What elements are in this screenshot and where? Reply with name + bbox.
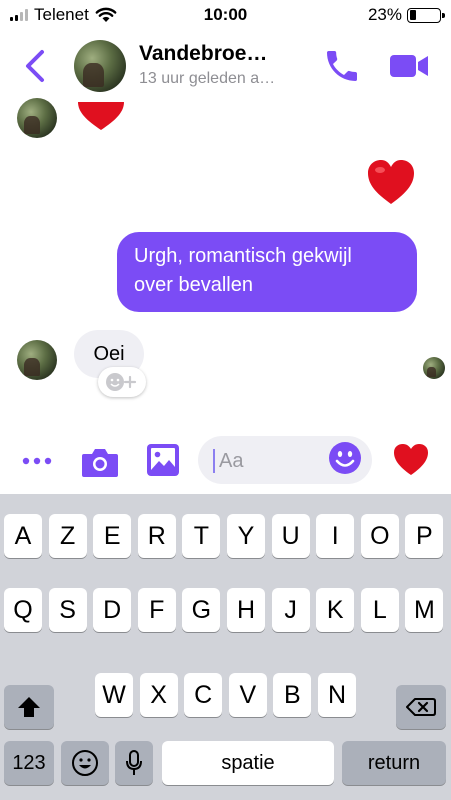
key-d[interactable]: D bbox=[93, 588, 132, 632]
sender-avatar[interactable] bbox=[17, 98, 57, 138]
key-c[interactable]: C bbox=[184, 673, 223, 717]
phone-call-icon[interactable] bbox=[322, 46, 362, 86]
message-input-placeholder: Aa bbox=[219, 450, 244, 472]
key-z[interactable]: Z bbox=[48, 514, 87, 558]
numbers-key[interactable]: 123 bbox=[4, 741, 54, 785]
key-h[interactable]: H bbox=[227, 588, 265, 632]
status-right: 23% bbox=[367, 5, 445, 25]
key-k[interactable]: K bbox=[316, 588, 355, 632]
add-reaction-button[interactable] bbox=[98, 367, 146, 397]
contact-name[interactable]: Vandebroe… bbox=[139, 42, 267, 66]
key-x[interactable]: X bbox=[139, 673, 178, 717]
key-q[interactable]: Q bbox=[4, 588, 42, 632]
video-call-icon[interactable] bbox=[388, 48, 430, 84]
heart-emoji-icon[interactable] bbox=[76, 94, 126, 132]
message-text: Oei bbox=[93, 342, 125, 365]
message-composer: Aa bbox=[0, 432, 451, 494]
more-options-icon[interactable] bbox=[20, 450, 56, 472]
key-o[interactable]: O bbox=[360, 514, 399, 558]
message-thread[interactable]: Urgh, romantisch gekwijl over bevallen O… bbox=[0, 98, 451, 432]
key-f[interactable]: F bbox=[137, 588, 176, 632]
key-j[interactable]: J bbox=[271, 588, 310, 632]
key-s[interactable]: S bbox=[48, 588, 87, 632]
key-y[interactable]: Y bbox=[227, 514, 265, 558]
outgoing-message-bubble[interactable]: Urgh, romantisch gekwijl over bevallen bbox=[117, 232, 417, 312]
add-reaction-icon bbox=[106, 373, 137, 391]
key-l[interactable]: L bbox=[360, 588, 399, 632]
shift-arrow-icon bbox=[18, 697, 40, 717]
key-w[interactable]: W bbox=[95, 673, 133, 717]
key-v[interactable]: V bbox=[228, 673, 267, 717]
emoji-keyboard-key[interactable] bbox=[61, 741, 109, 785]
battery-fill bbox=[409, 10, 417, 20]
last-active-status: 13 uur geleden a… bbox=[139, 70, 276, 87]
back-chevron-icon[interactable] bbox=[22, 48, 52, 84]
conversation-header: Vandebroe… 13 uur geleden a… bbox=[0, 30, 451, 102]
heart-emoji-icon[interactable] bbox=[366, 158, 416, 208]
gallery-image-icon[interactable] bbox=[145, 442, 181, 478]
text-caret bbox=[213, 449, 215, 473]
emoji-keyboard-icon bbox=[72, 750, 98, 776]
contact-avatar[interactable] bbox=[74, 40, 126, 92]
on-screen-keyboard: AZERTYUIOP QSDFGHJKLM WXCVBN 123 spatie … bbox=[0, 494, 451, 800]
key-p[interactable]: P bbox=[405, 514, 444, 558]
key-r[interactable]: R bbox=[137, 514, 176, 558]
key-i[interactable]: I bbox=[316, 514, 355, 558]
sender-avatar[interactable] bbox=[17, 340, 57, 380]
camera-icon[interactable] bbox=[80, 444, 120, 480]
key-g[interactable]: G bbox=[182, 588, 221, 632]
return-key[interactable]: return bbox=[342, 741, 446, 785]
message-line: over bevallen bbox=[134, 274, 253, 296]
backspace-icon bbox=[406, 698, 436, 716]
key-e[interactable]: E bbox=[93, 514, 132, 558]
status-bar: Telenet 10:00 23% bbox=[0, 0, 451, 30]
space-key[interactable]: spatie bbox=[162, 741, 334, 785]
key-a[interactable]: A bbox=[4, 514, 42, 558]
key-t[interactable]: T bbox=[182, 514, 221, 558]
key-n[interactable]: N bbox=[318, 673, 356, 717]
dictation-key[interactable] bbox=[115, 741, 153, 785]
key-b[interactable]: B bbox=[273, 673, 312, 717]
seen-indicator-avatar bbox=[423, 357, 445, 379]
battery-icon bbox=[407, 7, 445, 23]
battery-percentage: 23% bbox=[367, 5, 402, 24]
key-m[interactable]: M bbox=[405, 588, 444, 632]
message-line: Urgh, romantisch gekwijl bbox=[134, 245, 352, 267]
emoji-icon[interactable] bbox=[328, 441, 362, 475]
shift-key[interactable] bbox=[4, 685, 54, 729]
send-heart-icon[interactable] bbox=[392, 442, 430, 478]
delete-key[interactable] bbox=[396, 685, 446, 729]
key-u[interactable]: U bbox=[271, 514, 310, 558]
microphone-icon bbox=[126, 750, 142, 775]
